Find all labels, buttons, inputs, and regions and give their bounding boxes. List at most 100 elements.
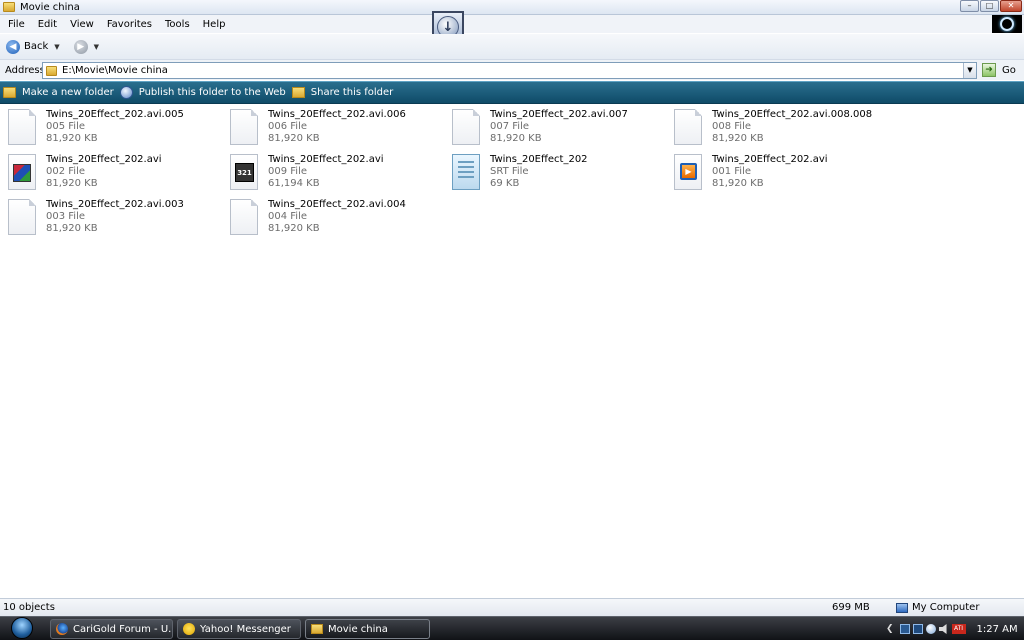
make-new-folder-link[interactable]: Make a new folder bbox=[3, 87, 114, 98]
back-arrow-icon[interactable]: ◀ bbox=[6, 39, 20, 54]
clock[interactable]: 1:27 AM bbox=[977, 624, 1018, 635]
file-size: 81,920 KB bbox=[268, 223, 320, 234]
zone-indicator: My Computer bbox=[896, 602, 979, 613]
file-list-area[interactable]: Twins_20Effect_202.avi.005 005 File 81,920… bbox=[0, 104, 1024, 598]
start-button[interactable] bbox=[4, 615, 40, 640]
firefox-icon bbox=[56, 623, 68, 635]
taskbar-button-label: CariGold Forum - U... bbox=[73, 623, 173, 635]
total-size: 699 MB bbox=[832, 602, 870, 613]
my-computer-icon bbox=[896, 602, 908, 613]
file-size: 81,920 KB bbox=[268, 133, 320, 144]
menu-file[interactable]: File bbox=[8, 19, 25, 30]
windows-logo-icon bbox=[992, 15, 1022, 33]
generic-file-icon bbox=[452, 109, 480, 145]
file-size: 69 KB bbox=[490, 178, 520, 189]
make-new-folder-label: Make a new folder bbox=[22, 87, 114, 98]
file-item[interactable]: Twins_20Effect_202.avi.007 007 File 81,920… bbox=[452, 109, 674, 154]
folder-icon bbox=[46, 65, 57, 76]
forward-dropdown-icon[interactable]: ▼ bbox=[94, 43, 99, 51]
network-icon[interactable] bbox=[899, 624, 910, 634]
publish-to-web-link[interactable]: Publish this folder to the Web bbox=[119, 86, 286, 99]
file-size: 81,920 KB bbox=[490, 133, 542, 144]
volume-icon[interactable] bbox=[938, 624, 947, 634]
file-item[interactable]: ▶ Twins_20Effect_202.avi 001 File 81,920 K… bbox=[674, 154, 896, 199]
file-type: SRT File bbox=[490, 166, 529, 177]
ati-tray-icon[interactable]: ATI bbox=[951, 624, 966, 634]
yahoo-messenger-icon bbox=[183, 623, 195, 635]
menu-edit[interactable]: Edit bbox=[38, 19, 57, 30]
network-connection-icon[interactable] bbox=[912, 624, 923, 634]
media-player-icon: ▶ bbox=[674, 154, 702, 190]
file-item[interactable]: Twins_20Effect_202.avi.008.008 008 File 81… bbox=[674, 109, 896, 154]
taskbar-button-label: Movie china bbox=[328, 623, 388, 635]
object-count: 10 objects bbox=[3, 602, 55, 613]
back-button[interactable]: Back bbox=[24, 41, 48, 52]
taskbar-button-movie-china[interactable]: Movie china bbox=[305, 619, 430, 639]
forward-arrow-icon[interactable]: ▶ bbox=[73, 39, 88, 54]
file-name: Twins_20Effect_202.avi.003 bbox=[46, 199, 184, 210]
file-item[interactable]: Twins_20Effect_202.avi.004 004 File 81,920… bbox=[230, 199, 452, 244]
publish-to-web-label: Publish this folder to the Web bbox=[138, 87, 286, 98]
folder-icon bbox=[311, 624, 323, 634]
file-name: Twins_20Effect_202.avi.007 bbox=[490, 109, 628, 120]
go-arrow-icon: ➜ bbox=[982, 63, 996, 77]
status-bar: 10 objects 699 MB My Computer bbox=[0, 598, 1024, 616]
menu-favorites[interactable]: Favorites bbox=[107, 19, 152, 30]
file-name: Twins_20Effect_202.avi.004 bbox=[268, 199, 406, 210]
new-folder-icon bbox=[3, 87, 16, 98]
go-label: Go bbox=[1002, 64, 1016, 76]
back-dropdown-icon[interactable]: ▼ bbox=[54, 43, 59, 51]
address-box[interactable]: ▼ bbox=[42, 62, 977, 79]
file-name: Twins_20Effect_202 bbox=[490, 154, 588, 165]
share-folder-label: Share this folder bbox=[310, 87, 394, 98]
file-size: 81,920 KB bbox=[46, 223, 98, 234]
globe-icon[interactable] bbox=[925, 624, 936, 634]
file-name: Twins_20Effect_202.avi bbox=[268, 154, 384, 165]
close-button[interactable]: ✕ bbox=[1000, 0, 1022, 12]
taskbar-button-label: Yahoo! Messenger bbox=[200, 623, 291, 635]
file-type: 002 File bbox=[46, 166, 85, 177]
file-name: Twins_20Effect_202.avi.006 bbox=[268, 109, 406, 120]
file-item[interactable]: Twins_20Effect_202.avi.005 005 File 81,920… bbox=[8, 109, 230, 154]
go-button[interactable]: ➜ Go bbox=[982, 63, 1016, 77]
file-type: 009 File bbox=[268, 166, 307, 177]
file-size: 81,920 KB bbox=[712, 178, 764, 189]
share-folder-link[interactable]: Share this folder bbox=[291, 87, 394, 98]
menu-tools[interactable]: Tools bbox=[165, 19, 190, 30]
show-hidden-icons-icon[interactable]: ❮ bbox=[886, 624, 894, 634]
file-type: 007 File bbox=[490, 121, 529, 132]
address-dropdown-icon[interactable]: ▼ bbox=[963, 63, 976, 78]
address-bar: Address ▼ ➜ Go bbox=[0, 59, 1024, 80]
address-input[interactable] bbox=[62, 65, 942, 76]
file-size: 61,194 KB bbox=[268, 178, 320, 189]
notepad-icon bbox=[452, 154, 480, 190]
clapperboard-icon: 321 bbox=[230, 154, 258, 190]
file-item[interactable]: Twins_20Effect_202.avi.003 003 File 81,920… bbox=[8, 199, 230, 244]
winrar-icon bbox=[8, 154, 36, 190]
file-item[interactable]: Twins_20Effect_202 SRT File 69 KB bbox=[452, 154, 674, 199]
file-item[interactable]: Twins_20Effect_202.avi.006 006 File 81,920… bbox=[230, 109, 452, 154]
address-label: Address bbox=[5, 64, 45, 76]
menu-help[interactable]: Help bbox=[203, 19, 226, 30]
zone-label: My Computer bbox=[912, 602, 980, 613]
file-name: Twins_20Effect_202.avi bbox=[46, 154, 162, 165]
file-type: 008 File bbox=[712, 121, 751, 132]
maximize-button[interactable]: □ bbox=[980, 0, 999, 12]
file-type: 006 File bbox=[268, 121, 307, 132]
publish-web-icon bbox=[119, 86, 133, 99]
menu-view[interactable]: View bbox=[70, 19, 94, 30]
file-type: 003 File bbox=[46, 211, 85, 222]
navigation-toolbar: ◀ Back ▼ ▶ ▼ bbox=[0, 34, 1024, 59]
generic-file-icon bbox=[8, 109, 36, 145]
generic-file-icon bbox=[230, 109, 258, 145]
file-grid: Twins_20Effect_202.avi.005 005 File 81,920… bbox=[8, 109, 896, 244]
generic-file-icon bbox=[674, 109, 702, 145]
minimize-button[interactable]: – bbox=[960, 0, 979, 12]
windows-taskbar: CariGold Forum - U... Yahoo! Messenger M… bbox=[0, 616, 1024, 640]
file-item[interactable]: Twins_20Effect_202.avi 002 File 81,920 KB bbox=[8, 154, 230, 199]
file-type: 004 File bbox=[268, 211, 307, 222]
taskbar-button-yahoo[interactable]: Yahoo! Messenger bbox=[177, 619, 301, 639]
file-size: 81,920 KB bbox=[712, 133, 764, 144]
taskbar-button-carigold[interactable]: CariGold Forum - U... bbox=[50, 619, 173, 639]
file-item[interactable]: 321 Twins_20Effect_202.avi 009 File 61,194… bbox=[230, 154, 452, 199]
